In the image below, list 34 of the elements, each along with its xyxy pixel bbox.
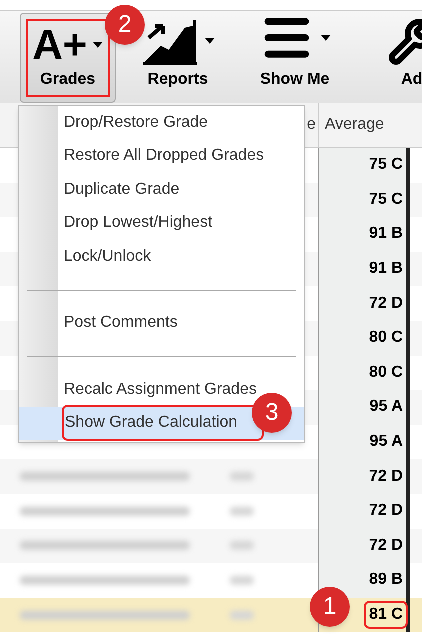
average-cell-text: 72 D bbox=[368, 536, 404, 556]
average-cell-text: 80 C bbox=[368, 328, 404, 348]
table-row[interactable]: 72 D bbox=[0, 528, 422, 564]
average-cell-text: 95 A bbox=[368, 432, 404, 452]
menu-item[interactable]: Drop Lowest/Highest bbox=[19, 206, 304, 240]
toolbar-button[interactable]: A+ Grades bbox=[20, 13, 116, 103]
average-cell-text: 72 D bbox=[368, 294, 404, 314]
blurred-text bbox=[230, 541, 254, 550]
column-header: e bbox=[307, 115, 316, 135]
menu-item[interactable]: Drop/Restore Grade bbox=[19, 106, 304, 140]
toolbar-button[interactable]: Show Me bbox=[240, 13, 350, 103]
column-header: Average bbox=[325, 115, 384, 135]
average-cell-text: 91 B bbox=[368, 224, 404, 244]
average-cell-text: 75 C bbox=[368, 190, 404, 210]
blurred-text bbox=[230, 610, 254, 620]
menu-item[interactable]: Lock/Unlock bbox=[19, 240, 304, 274]
grade-icon: A+ bbox=[32, 24, 88, 66]
average-cell-text: 80 C bbox=[368, 362, 404, 383]
average-cell: 81 C bbox=[366, 603, 406, 628]
wrench-icon bbox=[388, 18, 422, 66]
blurred-text bbox=[230, 506, 254, 516]
average-cell-text: 91 B bbox=[368, 259, 404, 280]
average-cell-text: 72 D bbox=[368, 501, 404, 522]
average-cell-text: 89 B bbox=[368, 570, 404, 590]
menu-item[interactable]: Restore All Dropped Grades bbox=[19, 140, 304, 173]
average-cell-text: 95 A bbox=[368, 397, 404, 418]
toolbar-button[interactable]: Ad bbox=[364, 13, 422, 103]
average-cell-text: 72 D bbox=[368, 466, 404, 487]
menu-item[interactable]: Duplicate Grade bbox=[19, 173, 304, 206]
table-row[interactable]: 72 D bbox=[0, 459, 422, 494]
average-cell-text: 75 C bbox=[368, 155, 404, 176]
blurred-text bbox=[230, 472, 254, 482]
blurred-text bbox=[230, 576, 254, 585]
menu-item[interactable]: Post Comments bbox=[19, 306, 304, 340]
